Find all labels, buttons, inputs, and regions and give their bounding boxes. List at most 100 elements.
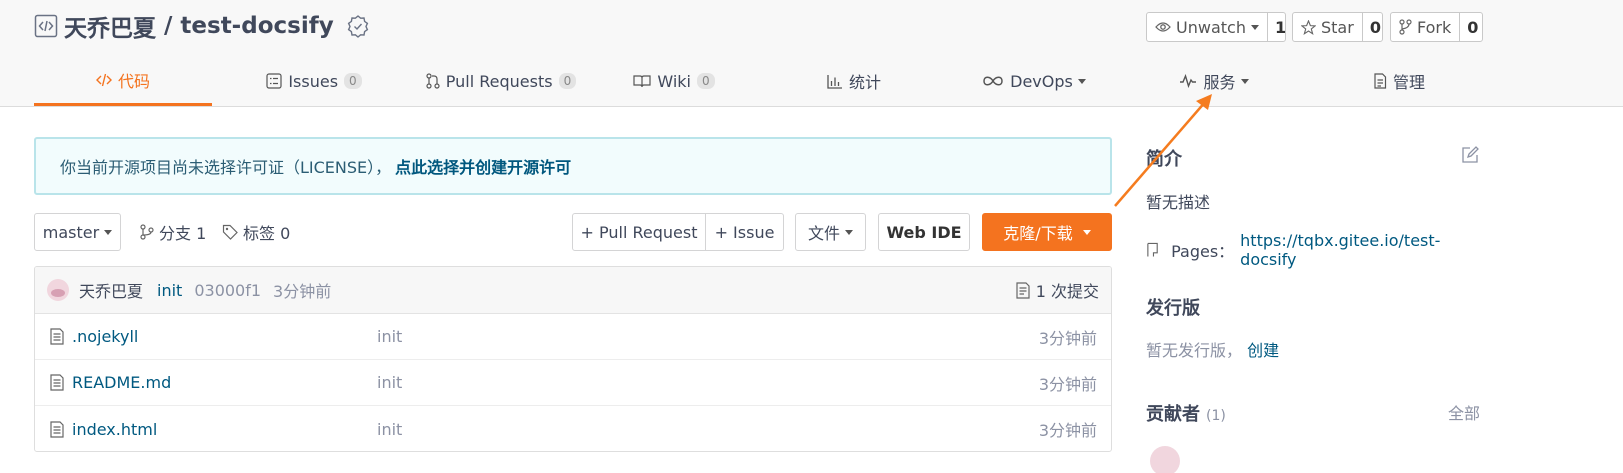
tab-wiki[interactable]: Wiki 0 — [604, 56, 744, 106]
tab-issues[interactable]: Issues 0 — [224, 56, 404, 106]
table-row[interactable]: README.md init 3分钟前 — [35, 360, 1111, 406]
repo-separator: / — [164, 13, 173, 39]
tab-manage-label: 管理 — [1392, 73, 1425, 92]
commit-message[interactable]: init — [157, 281, 182, 300]
new-pull-request-button[interactable]: + Pull Request — [572, 213, 706, 251]
latest-commit-bar: 天乔巴夏 init 03000f1 3分钟前 1 次提交 — [35, 267, 1111, 314]
clone-download-label: 克隆/下载 — [1003, 224, 1073, 243]
commit-hash[interactable]: 03000f1 — [194, 281, 261, 300]
releases-empty-text: 暂无发行版， — [1146, 341, 1243, 360]
releases-title: 发行版 — [1146, 298, 1200, 319]
license-create-link[interactable]: 点此选择并创建开源许可 — [395, 154, 571, 178]
file-icon — [50, 328, 64, 345]
pages-url-link[interactable]: https://tqbx.gitee.io/test-docsify — [1240, 231, 1480, 269]
clone-download-button[interactable]: 克隆/下载 — [982, 213, 1112, 251]
file-commit-message[interactable]: init — [377, 327, 402, 346]
new-pull-request-label: + Pull Request — [580, 222, 698, 242]
fork-label: Fork — [1417, 17, 1452, 37]
tab-issues-count: 0 — [344, 73, 362, 89]
chevron-down-icon — [1240, 78, 1249, 84]
license-notice: 你当前开源项目尚未选择许可证（LICENSE）， 点此选择并创建开源许可 — [34, 137, 1112, 195]
tags-label: 标签 0 — [243, 224, 291, 243]
web-ide-button[interactable]: Web IDE — [878, 213, 970, 251]
branch-select[interactable]: master — [34, 213, 121, 251]
commit-count-link[interactable]: 1 次提交 — [1016, 278, 1099, 302]
contributors-count: (1) — [1206, 408, 1226, 424]
tab-issues-label: Issues — [288, 71, 339, 91]
table-row[interactable]: index.html init 3分钟前 — [35, 406, 1111, 451]
contributors-all-link[interactable]: 全部 — [1448, 400, 1480, 424]
fork-button[interactable]: Fork — [1391, 13, 1461, 41]
pulse-icon — [1180, 74, 1197, 88]
contributors-section: 贡献者 (1) 全部 — [1146, 400, 1480, 426]
chart-icon — [827, 74, 842, 89]
intro-title: 简介 — [1146, 149, 1182, 170]
tab-services[interactable]: 服务 — [1164, 56, 1264, 106]
tab-pull-requests-count: 0 — [558, 73, 577, 89]
star-group: Star 0 — [1292, 12, 1383, 42]
eye-icon — [1155, 22, 1171, 32]
file-name[interactable]: .nojekyll — [72, 327, 372, 346]
commit-count: 1 次提交 — [1035, 282, 1099, 301]
fork-group: Fork 0 — [1390, 12, 1483, 42]
infinity-icon — [983, 76, 1003, 86]
issues-icon — [266, 73, 282, 89]
file-commit-message[interactable]: init — [377, 373, 402, 392]
fork-icon — [1399, 19, 1412, 35]
repo-name[interactable]: test-docsify — [180, 13, 333, 39]
chevron-down-icon — [1077, 78, 1086, 84]
unwatch-group: Unwatch 1 — [1146, 12, 1286, 42]
recommend-badge-icon[interactable] — [346, 14, 370, 38]
edit-icon[interactable] — [1461, 146, 1479, 164]
pages-row: Pages： https://tqbx.gitee.io/test-docsif… — [1146, 231, 1480, 269]
contributor-avatar[interactable] — [1150, 446, 1180, 473]
commit-time: 3分钟前 — [273, 282, 332, 301]
repo-tabs: 代码 Issues 0 Pull Requests 0 Wiki 0 统计 De… — [34, 56, 1484, 106]
file-icon — [50, 420, 64, 438]
branch-icon — [140, 224, 154, 240]
repo-header: 天乔巴夏 / test-docsify Unwatch 1 Star 0 For… — [0, 0, 1623, 107]
unwatch-button[interactable]: Unwatch — [1147, 13, 1268, 41]
tab-devops[interactable]: DevOps — [974, 56, 1094, 106]
tab-pull-requests[interactable]: Pull Requests 0 — [404, 56, 598, 106]
repo-title: 天乔巴夏 / test-docsify — [34, 10, 370, 42]
file-commit-message[interactable]: init — [377, 420, 402, 439]
star-label: Star — [1321, 17, 1354, 37]
tab-manage[interactable]: 管理 — [1354, 56, 1444, 106]
tab-stats[interactable]: 统计 — [784, 56, 924, 106]
manage-icon — [1374, 73, 1387, 89]
bookmark-icon — [1147, 242, 1158, 257]
tags-link[interactable]: 标签 0 — [222, 213, 290, 251]
chevron-down-icon — [845, 229, 853, 235]
releases-row: 暂无发行版， 创建 — [1146, 337, 1480, 361]
star-count[interactable]: 0 — [1363, 13, 1388, 41]
file-name[interactable]: README.md — [72, 373, 372, 392]
new-issue-button[interactable]: + Issue — [705, 213, 784, 251]
fork-count[interactable]: 0 — [1460, 13, 1485, 41]
unwatch-count[interactable]: 1 — [1268, 13, 1293, 41]
code-icon — [95, 73, 112, 86]
file-icon — [50, 374, 64, 391]
pull-request-icon — [426, 73, 440, 89]
branch-select-label: master — [42, 222, 100, 242]
intro-section: 简介 — [1146, 145, 1480, 171]
branches-link[interactable]: 分支 1 — [140, 213, 206, 251]
create-release-link[interactable]: 创建 — [1247, 341, 1279, 360]
wiki-icon — [633, 75, 651, 88]
table-row[interactable]: .nojekyll init 3分钟前 — [35, 314, 1111, 360]
tab-wiki-label: Wiki — [657, 71, 691, 91]
chevron-down-icon — [1250, 24, 1259, 30]
tab-code[interactable]: 代码 — [34, 56, 212, 106]
file-menu-button[interactable]: 文件 — [795, 213, 866, 251]
file-time: 3分钟前 — [1038, 328, 1097, 348]
star-button[interactable]: Star — [1293, 13, 1363, 41]
license-notice-text: 你当前开源项目尚未选择许可证（LICENSE）， — [60, 158, 392, 177]
file-name[interactable]: index.html — [72, 420, 372, 439]
web-ide-label: Web IDE — [886, 222, 962, 242]
commit-author[interactable]: 天乔巴夏 — [79, 278, 143, 302]
repo-owner[interactable]: 天乔巴夏 — [64, 9, 156, 43]
tab-services-label: 服务 — [1203, 73, 1236, 92]
tab-devops-label: DevOps — [1010, 71, 1073, 91]
avatar[interactable] — [47, 279, 69, 301]
intro-description: 暂无描述 — [1146, 193, 1211, 212]
